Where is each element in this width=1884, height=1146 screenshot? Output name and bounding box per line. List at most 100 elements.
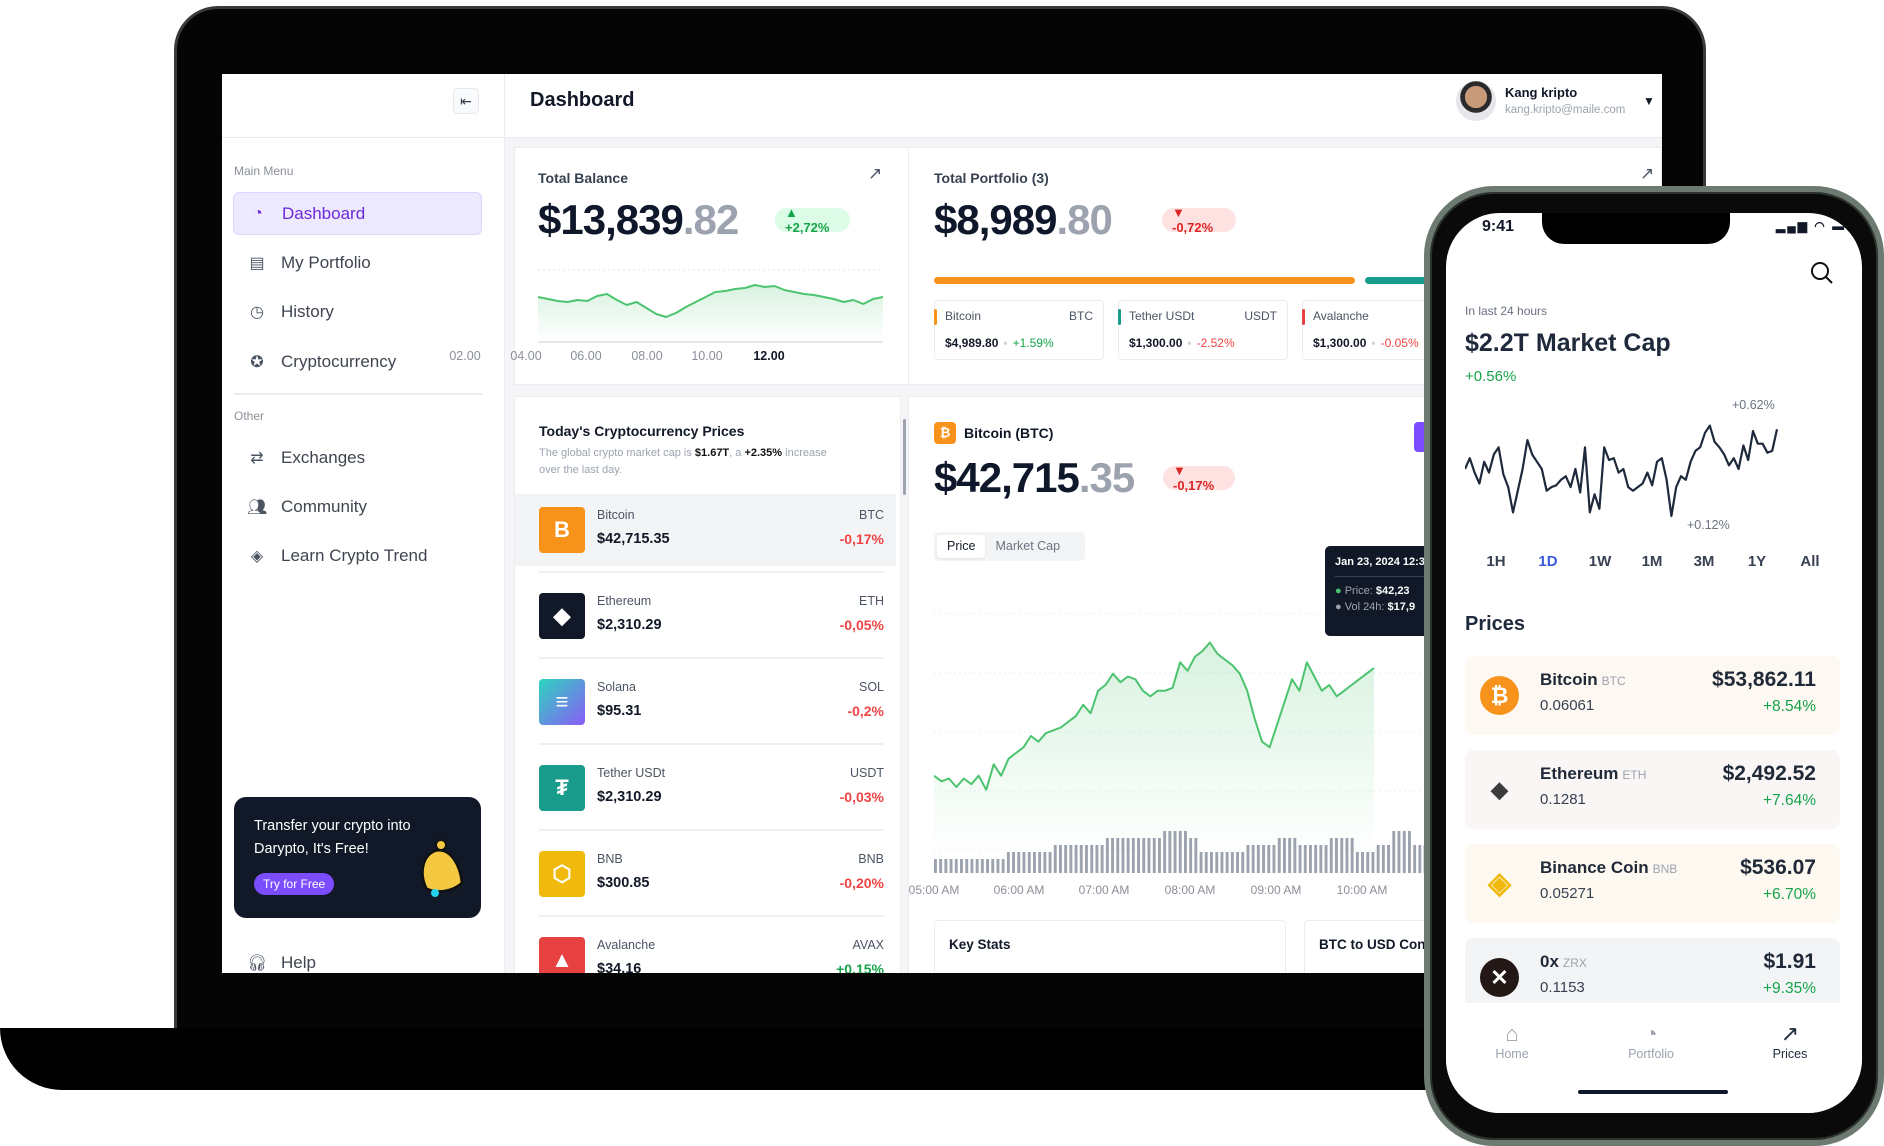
x-axis-label: 06.00 — [570, 349, 602, 363]
coin-name: BNB — [597, 852, 623, 866]
scrollbar[interactable] — [903, 419, 906, 495]
volume-bar — [1272, 845, 1276, 873]
asset-change: +1.59% — [1012, 336, 1054, 350]
nav-portfolio[interactable]: ◔ Portfolio — [1611, 1021, 1691, 1061]
volume-bar — [970, 859, 974, 873]
volume-bar — [1309, 845, 1312, 873]
headset-icon: 🎧︎ — [247, 955, 268, 972]
crypto-row-eth[interactable]: ◆ Ethereum $2,310.29 ETH -0,05% — [515, 580, 896, 659]
try-for-free-button[interactable]: Try for Free — [254, 873, 335, 895]
user-menu-caret-icon[interactable]: ▼ — [1643, 94, 1655, 108]
market-cap-line — [1465, 424, 1779, 518]
crypto-row-sol[interactable]: ≡ Solana $95.31 SOL -0,2% — [515, 666, 896, 745]
market-cap-change: +0.56% — [1465, 368, 1517, 385]
coin-price: $1.91 — [1763, 950, 1816, 973]
sidebar-item-learn-crypto-trend[interactable]: ◈ Learn Crypto Trend — [233, 534, 482, 577]
nav-prices[interactable]: ↗ Prices — [1750, 1021, 1830, 1061]
volume-bar — [1163, 831, 1167, 873]
volume-bar — [1220, 852, 1224, 873]
tab-price[interactable]: Price — [937, 535, 986, 558]
crypto-prices-panel: Today's Cryptocurrency Prices The global… — [514, 396, 901, 973]
range-tab-3m[interactable]: 3M — [1694, 553, 1715, 570]
main-menu-label: Main Menu — [234, 164, 294, 178]
volume-bar — [1402, 831, 1406, 873]
total-portfolio-title: Total Portfolio (3) — [934, 170, 1049, 186]
bitcoin-icon: ₿ — [1480, 676, 1519, 715]
phone-coin-card-btc[interactable]: ₿ Bitcoin BTC 0.06061 $53,862.11 +8.54% — [1465, 656, 1840, 735]
range-tab-1m[interactable]: 1M — [1642, 553, 1663, 570]
phone-coin-card-eth[interactable]: ◆ Ethereum ETH 0.1281 $2,492.52 +7.64% — [1465, 750, 1840, 829]
volume-bar — [1038, 852, 1042, 873]
phone-coin-card-bnb[interactable]: ◈ Binance Coin BNB 0.05271 $536.07 +6.70% — [1465, 844, 1840, 923]
volume-bar — [1173, 831, 1177, 873]
history-icon: ◷ — [250, 303, 264, 321]
expand-arrow-icon[interactable]: ↗ — [1640, 164, 1654, 184]
asset-value: $1,300.00 — [1313, 336, 1367, 350]
nav-label: Prices — [1772, 1047, 1808, 1061]
sidebar-item-help[interactable]: 🎧︎ Help — [233, 943, 482, 973]
sidebar-item-dashboard[interactable]: ◔ Dashboard — [233, 192, 482, 235]
portfolio-asset-card[interactable]: Bitcoin BTC $4,989.80 • +1.59% — [934, 300, 1104, 360]
volume-bar — [1095, 845, 1099, 873]
range-tab-1d[interactable]: 1D — [1538, 553, 1557, 570]
x-axis-label: 10.00 — [691, 349, 723, 363]
sidebar-item-community[interactable]: 👥︎ Community — [233, 485, 482, 528]
coin-name: Avalanche — [597, 938, 656, 952]
volume-bar — [1361, 852, 1364, 873]
collapse-sidebar-button[interactable]: ⇤ — [453, 88, 479, 114]
asset-name-row: Bitcoin BTC — [945, 309, 1093, 323]
coin-name-text: Ethereum — [1540, 764, 1619, 783]
bitcoin-change-badge: ▼ -0,17% — [1163, 463, 1235, 493]
crypto-row-bnb[interactable]: ⬡ BNB $300.85 BNB -0,20% — [515, 838, 896, 917]
nav-home[interactable]: ⌂ Home — [1472, 1021, 1552, 1061]
sidebar-item-exchanges[interactable]: ⇄ Exchanges — [233, 436, 482, 479]
expand-arrow-icon[interactable]: ↗ — [868, 164, 882, 184]
solana-icon: ≡ — [539, 679, 585, 725]
range-tab-all[interactable]: All — [1800, 553, 1819, 570]
search-icon[interactable] — [1810, 261, 1834, 285]
coin-name: Bitcoin — [597, 508, 635, 522]
coin-change: -0,20% — [839, 875, 884, 891]
range-tab-1w[interactable]: 1W — [1589, 553, 1612, 570]
ethereum-icon: ◆ — [539, 593, 585, 639]
tab-market-cap[interactable]: Market Cap — [985, 535, 1070, 558]
promo-text: Transfer your crypto into Darypto, It's … — [254, 818, 411, 857]
market-cap-chart — [1465, 424, 1779, 518]
volume-bar — [1293, 838, 1297, 873]
trending-up-icon: ↗ — [1780, 1021, 1800, 1046]
divider — [539, 657, 884, 659]
coin-symbol: BNB — [1652, 862, 1678, 876]
promo-card: Transfer your crypto into Darypto, It's … — [234, 797, 481, 918]
chart-low-label: +0.12% — [1687, 518, 1730, 532]
avatar[interactable] — [1456, 81, 1496, 121]
coin-name: Tether USDt — [597, 766, 666, 780]
volume-bar — [1142, 838, 1146, 873]
crypto-row-usdt[interactable]: ₮ Tether USDt $2,310.29 USDT -0,03% — [515, 752, 896, 831]
divider — [908, 147, 909, 385]
coin-name-text: Binance Coin — [1540, 858, 1649, 877]
sidebar-item-label: Cryptocurrency — [281, 351, 397, 371]
asset-color-bar — [1302, 309, 1305, 325]
balance-change-badge: ▲ +2,72% — [775, 205, 850, 235]
volume-bar — [1048, 852, 1052, 873]
total-portfolio-amount: $8,989.80 — [934, 196, 1113, 243]
asset-change: -2.52% — [1196, 336, 1235, 350]
coin-change: -0,03% — [839, 789, 884, 805]
crypto-row-avax[interactable]: ▲ Avalanche $34.16 AVAX +0,15% — [515, 924, 896, 973]
range-tab-1y[interactable]: 1Y — [1748, 553, 1766, 570]
sidebar-item-history[interactable]: ◷ History — [233, 290, 482, 333]
volume-bar — [1017, 852, 1021, 873]
range-tab-1h[interactable]: 1H — [1486, 553, 1505, 570]
volume-bar — [1105, 838, 1109, 873]
sidebar-item-cryptocurrency[interactable]: ✪ Cryptocurrency — [233, 340, 482, 383]
coin-symbol: USDT — [849, 766, 884, 780]
volume-bar — [1022, 852, 1026, 873]
volume-bar — [1033, 852, 1036, 873]
crypto-row-btc[interactable]: B Bitcoin $42,715.35 BTC -0,17% — [515, 494, 896, 573]
phone-notch — [1542, 213, 1730, 244]
portfolio-asset-card[interactable]: Tether USDt USDT $1,300.00 • -2.52% — [1118, 300, 1288, 360]
portfolio-change-badge: ▼ -0,72% — [1162, 205, 1236, 235]
volume-bar — [1387, 845, 1390, 873]
volume-bar — [1246, 845, 1250, 873]
sidebar-item-my-portfolio[interactable]: ▤ My Portfolio — [233, 241, 482, 284]
